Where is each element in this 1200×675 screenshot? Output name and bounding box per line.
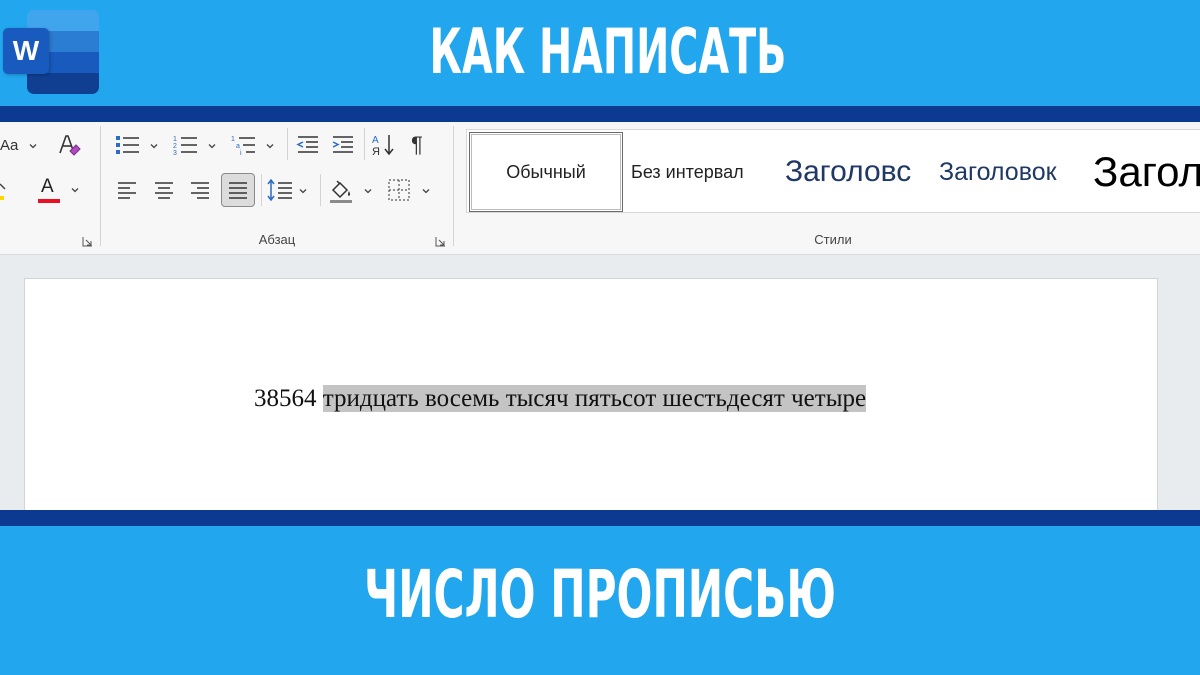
chevron-down-icon bbox=[266, 144, 274, 149]
numbered-list-icon: 1 2 3 bbox=[173, 136, 197, 157]
align-left-icon bbox=[118, 182, 136, 199]
font-color-letter: A bbox=[41, 176, 54, 197]
align-left-button[interactable] bbox=[115, 175, 143, 205]
document-area: 38564 тридцать восемь тысяч пятьсот шест… bbox=[0, 255, 1200, 510]
justify-button[interactable] bbox=[221, 173, 255, 207]
font-dialog-launcher-icon[interactable] bbox=[82, 236, 93, 247]
chevron-down-icon bbox=[364, 189, 372, 194]
paragraph-dialog-launcher-icon[interactable] bbox=[435, 236, 446, 247]
borders-button[interactable] bbox=[385, 175, 435, 205]
tool-separator bbox=[261, 174, 262, 206]
tool-separator bbox=[320, 174, 321, 206]
increase-indent-icon bbox=[332, 136, 353, 153]
selected-text[interactable]: тридцать восемь тысяч пятьсот шестьдесят… bbox=[322, 385, 867, 412]
line-spacing-icon bbox=[267, 178, 292, 202]
style-no-spacing[interactable]: Без интервал bbox=[631, 130, 771, 212]
style-heading-1[interactable]: Заголовс bbox=[785, 130, 923, 212]
document-line[interactable]: 38564 тридцать восемь тысяч пятьсот шест… bbox=[254, 383, 867, 415]
chevron-down-icon bbox=[422, 189, 430, 194]
ribbon: Aa A 1 2 3 1 a i А Я ¶ Абзац Стили Обычн… bbox=[0, 122, 1200, 255]
numbering-button[interactable]: 1 2 3 bbox=[171, 130, 221, 160]
banner-stripe-top bbox=[0, 106, 1200, 122]
clear-formatting-icon bbox=[59, 135, 81, 156]
clear-formatting-button[interactable] bbox=[55, 130, 85, 160]
style-heading-2[interactable]: Заголовок bbox=[939, 130, 1079, 212]
paragraph-group-label: Абзац bbox=[258, 232, 296, 247]
chevron-down-icon bbox=[299, 189, 307, 194]
top-banner: W Как написать bbox=[0, 0, 1200, 106]
show-formatting-button[interactable]: ¶ bbox=[411, 130, 435, 160]
word-logo: W bbox=[3, 10, 99, 96]
svg-text:А: А bbox=[372, 135, 379, 146]
highlighter-icon bbox=[0, 183, 6, 200]
sort-icon: А Я bbox=[372, 135, 394, 158]
chevron-down-icon bbox=[150, 144, 158, 149]
bullets-button[interactable] bbox=[113, 130, 163, 160]
svg-text:1: 1 bbox=[231, 136, 235, 143]
highlight-button[interactable] bbox=[0, 175, 12, 205]
styles-gallery: Обычный Без интервал Заголовс Заголовок … bbox=[466, 129, 1200, 213]
decrease-indent-button[interactable] bbox=[294, 130, 324, 160]
styles-group-label: Стили bbox=[814, 232, 852, 247]
style-normal[interactable]: Обычный bbox=[469, 132, 623, 212]
decrease-indent-icon bbox=[296, 136, 318, 153]
sort-button[interactable]: А Я bbox=[369, 130, 399, 160]
banner-title-top: Как написать bbox=[429, 15, 787, 88]
align-right-button[interactable] bbox=[188, 175, 216, 205]
banner-title-bottom: число прописью bbox=[364, 556, 836, 633]
bullet-list-icon bbox=[116, 136, 139, 154]
align-center-icon bbox=[155, 182, 173, 199]
svg-text:a: a bbox=[236, 143, 240, 150]
chevron-down-icon bbox=[71, 188, 79, 193]
document-number[interactable]: 38564 bbox=[254, 385, 317, 412]
tool-separator bbox=[287, 128, 288, 160]
shading-button[interactable] bbox=[327, 175, 373, 205]
increase-indent-button[interactable] bbox=[329, 130, 359, 160]
svg-text:i: i bbox=[240, 150, 242, 157]
word-logo-letter: W bbox=[3, 28, 49, 74]
svg-text:2: 2 bbox=[173, 143, 177, 150]
style-title[interactable]: Загол bbox=[1093, 130, 1200, 212]
change-case-button[interactable]: Aa bbox=[0, 130, 40, 160]
justify-icon bbox=[229, 182, 247, 199]
align-right-icon bbox=[191, 182, 209, 199]
change-case-label: Aa bbox=[0, 136, 19, 154]
chevron-down-icon bbox=[29, 144, 37, 149]
document-page[interactable]: 38564 тридцать восемь тысяч пятьсот шест… bbox=[24, 278, 1158, 510]
borders-icon bbox=[388, 179, 410, 201]
banner-stripe-bottom bbox=[0, 510, 1200, 526]
paragraph-group: 1 2 3 1 a i А Я ¶ Абзац bbox=[101, 122, 453, 255]
font-color-swatch bbox=[38, 199, 60, 203]
line-spacing-button[interactable] bbox=[265, 175, 311, 205]
svg-text:1: 1 bbox=[173, 136, 177, 143]
font-color-button[interactable]: A bbox=[36, 174, 86, 204]
svg-text:3: 3 bbox=[173, 150, 177, 157]
tool-separator bbox=[364, 128, 365, 160]
svg-text:Я: Я bbox=[372, 146, 380, 158]
multilevel-list-icon: 1 a i bbox=[231, 136, 255, 157]
align-center-button[interactable] bbox=[152, 175, 180, 205]
paint-bucket-icon bbox=[330, 180, 352, 203]
chevron-down-icon bbox=[208, 144, 216, 149]
font-group: Aa A bbox=[0, 122, 100, 255]
multilevel-list-button[interactable]: 1 a i bbox=[229, 130, 279, 160]
pilcrow-icon: ¶ bbox=[411, 132, 423, 157]
